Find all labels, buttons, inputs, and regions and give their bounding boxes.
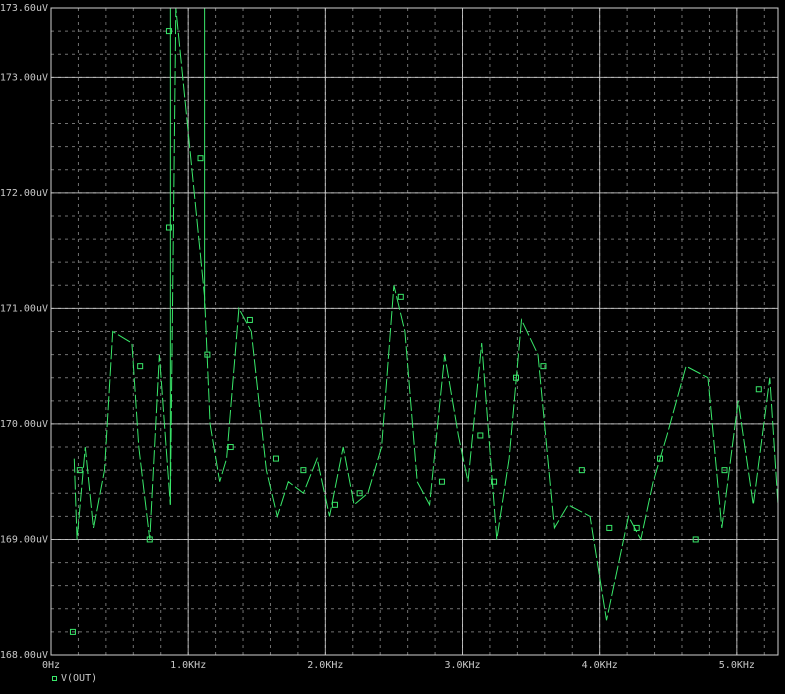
y-tick-label: 173.60uV <box>0 3 48 14</box>
data-marker <box>246 316 253 323</box>
data-marker <box>197 155 204 162</box>
x-tick-label: 0Hz <box>42 660 60 671</box>
y-tick-label: 168.00uV <box>0 650 48 661</box>
minor-grid <box>51 7 778 656</box>
y-tick-label: 171.00uV <box>0 303 48 314</box>
data-marker <box>272 455 279 462</box>
legend-marker-icon <box>52 676 57 681</box>
y-tick-label: 170.00uV <box>0 419 48 430</box>
x-tick-label: 3.0KHz <box>444 660 480 671</box>
legend: V(OUT) <box>52 673 97 684</box>
plot-area: 168.00uV 169.00uV 170.00uV 171.00uV 172.00uV… <box>0 3 779 671</box>
data-marker <box>397 293 404 300</box>
data-marker <box>606 524 613 531</box>
series-group <box>73 7 779 621</box>
data-marker <box>755 386 762 393</box>
data-marker <box>477 432 484 439</box>
y-tick-label: 169.00uV <box>0 534 48 545</box>
x-tick-label: 1.0KHz <box>170 660 206 671</box>
series-line <box>73 7 779 621</box>
x-tick-label: 5.0KHz <box>719 660 755 671</box>
y-tick-label: 173.00uV <box>0 72 48 83</box>
x-tick-label: 2.0KHz <box>307 660 343 671</box>
y-tick-label: 172.00uV <box>0 188 48 199</box>
x-tick-label: 4.0KHz <box>582 660 618 671</box>
x-axis-ticks: 0Hz 1.0KHz 2.0KHz 3.0KHz 4.0KHz 5.0KHz <box>42 660 755 671</box>
data-marker <box>438 478 445 485</box>
legend-label: V(OUT) <box>61 673 98 684</box>
data-marker <box>331 501 338 508</box>
y-axis-ticks: 168.00uV 169.00uV 170.00uV 171.00uV 172.00uV… <box>0 3 48 661</box>
data-marker <box>137 363 144 370</box>
